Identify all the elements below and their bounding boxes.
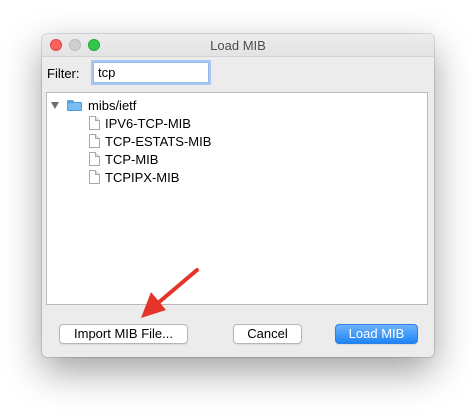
screenshot-stage: Load MIB Filter: mibs/ietf IPV6-TCP-MIB … — [0, 0, 474, 417]
annotation-arrow-icon — [141, 268, 199, 318]
